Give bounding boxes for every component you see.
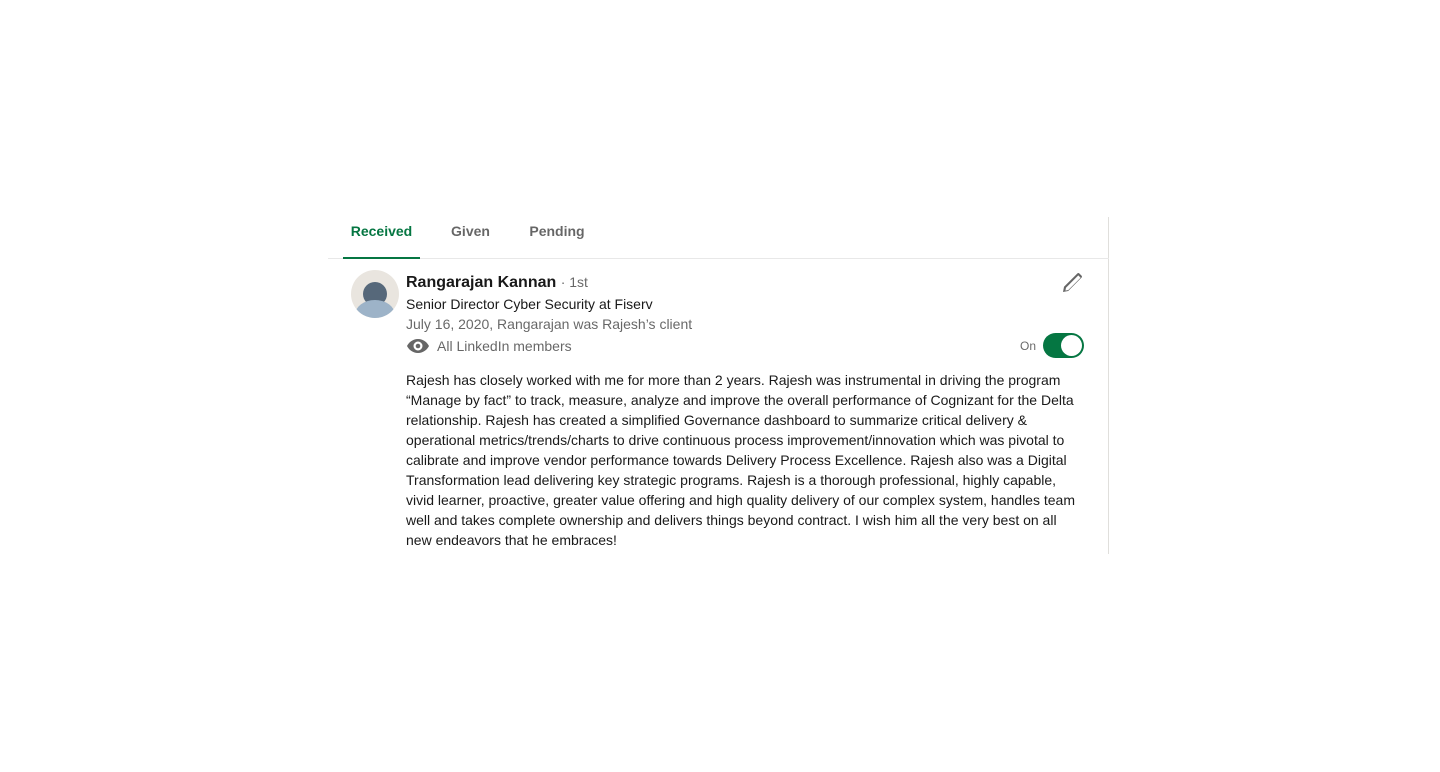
visibility-label: All LinkedIn members (437, 338, 572, 354)
recommendation-tabs: Received Given Pending (328, 217, 1109, 259)
recommendations-panel: Received Given Pending Rangarajan Kannan… (328, 217, 1109, 554)
connection-degree: · 1st (560, 274, 588, 290)
avatar[interactable] (351, 270, 399, 318)
avatar-body (355, 300, 395, 318)
eye-icon (407, 338, 429, 353)
toggle-knob (1061, 335, 1082, 356)
recommender-name-row: Rangarajan Kannan · 1st (406, 272, 588, 292)
pencil-icon[interactable] (1060, 271, 1084, 295)
visibility-toggle-label: On (1020, 339, 1037, 353)
recommendation-text: Rajesh has closely worked with me for mo… (406, 372, 1075, 548)
tab-pending[interactable]: Pending (522, 217, 592, 257)
relationship-info: July 16, 2020, Rangarajan was Rajesh’s c… (406, 316, 693, 332)
recommender-name[interactable]: Rangarajan Kannan (406, 274, 556, 291)
visibility-info: All LinkedIn members (406, 336, 572, 356)
tab-given[interactable]: Given (443, 217, 498, 257)
visibility-toggle[interactable] (1043, 333, 1084, 358)
tab-received[interactable]: Received (343, 217, 420, 259)
recommender-headline: Senior Director Cyber Security at Fiserv (406, 296, 653, 312)
